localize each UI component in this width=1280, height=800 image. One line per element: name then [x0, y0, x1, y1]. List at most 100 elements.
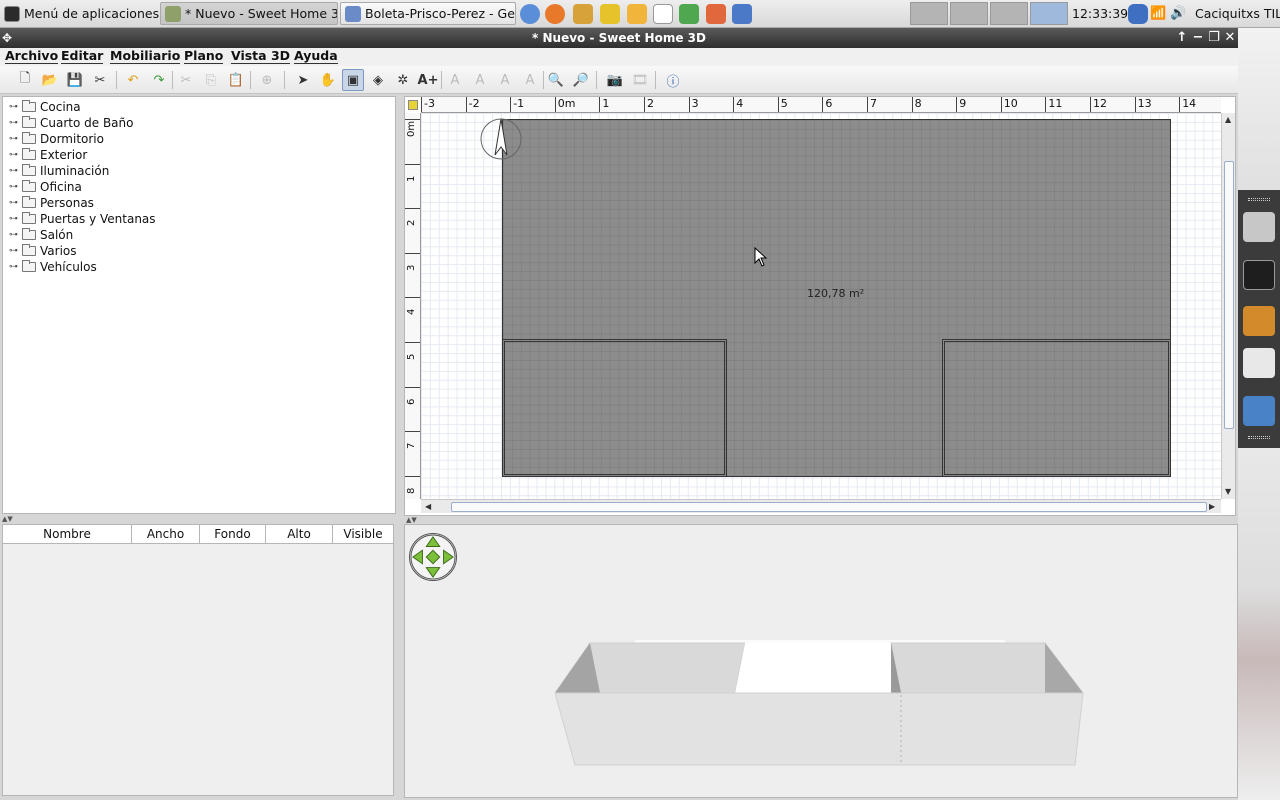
text-document-icon[interactable] [653, 4, 673, 24]
catalog-category[interactable]: ⊶ Puertas y Ventanas [9, 211, 156, 227]
chromium-icon[interactable] [520, 4, 540, 24]
create-polylines-icon[interactable]: ◈ [367, 69, 389, 91]
text-bold-icon[interactable]: A [444, 69, 466, 91]
menu-ayuda[interactable]: Ayuda [294, 48, 338, 64]
expand-handle-icon[interactable]: ⊶ [9, 230, 19, 240]
column-visible[interactable]: Visible [333, 525, 393, 543]
menu-mobiliario[interactable]: Mobiliario [110, 48, 181, 64]
select-mode-icon[interactable]: ➤ [292, 69, 314, 91]
expand-handle-icon[interactable]: ⊶ [9, 102, 19, 112]
navigation-arrows-icon[interactable] [409, 533, 457, 581]
wall-room-right[interactable] [942, 339, 1171, 477]
archive-icon[interactable] [1243, 306, 1275, 336]
minimize-icon[interactable]: − [1190, 28, 1206, 48]
spreadsheet-icon[interactable] [679, 4, 699, 24]
scroll-right-icon[interactable]: ▶ [1209, 502, 1215, 511]
geometry-icon[interactable] [627, 4, 647, 24]
3d-view[interactable] [404, 524, 1238, 798]
workspace-3[interactable] [990, 2, 1028, 25]
catalog-category[interactable]: ⊶ Iluminación [9, 163, 109, 179]
catalog-category[interactable]: ⊶ Vehículos [9, 259, 97, 275]
expand-handle-icon[interactable]: ⊶ [9, 262, 19, 272]
copy-icon[interactable]: ⎘ [200, 69, 222, 91]
wall-room-left[interactable] [502, 339, 727, 477]
open-icon[interactable]: 📂 [39, 69, 61, 91]
plan-canvas[interactable]: 120,78 m² [421, 113, 1221, 499]
pan-mode-icon[interactable]: ✋ [317, 69, 339, 91]
create-photo-icon[interactable]: 📷 [604, 69, 626, 91]
volume-icon[interactable]: 🔊 [1170, 2, 1186, 25]
user-name[interactable]: Caciquitxs TIL [1195, 2, 1280, 25]
expand-handle-icon[interactable]: ⊶ [9, 198, 19, 208]
create-dimensions-icon[interactable]: ✲ [392, 69, 414, 91]
close-icon[interactable]: ✕ [1222, 28, 1238, 48]
folder-icon[interactable] [1243, 396, 1275, 426]
messenger-icon[interactable] [573, 4, 593, 24]
paste-icon[interactable]: 📋 [225, 69, 247, 91]
text-decrease-icon[interactable]: A [519, 69, 541, 91]
menu-editar[interactable]: Editar [61, 48, 104, 64]
catalog-category[interactable]: ⊶ Varios [9, 243, 77, 259]
add-furniture-icon[interactable]: ⊕ [256, 69, 278, 91]
left-splitter[interactable]: ▲▼ [0, 515, 398, 523]
new-file-icon[interactable]: 🗋 [14, 69, 36, 91]
catalog-category[interactable]: ⊶ Cocina [9, 99, 81, 115]
expand-handle-icon[interactable]: ⊶ [9, 118, 19, 128]
writer-icon[interactable] [732, 4, 752, 24]
preferences-icon[interactable]: ✂ [89, 69, 111, 91]
zoom-out-icon[interactable]: 🔎 [570, 69, 592, 91]
app-menu-button[interactable]: Menú de aplicaciones [4, 2, 159, 25]
terminal-icon[interactable] [1243, 260, 1275, 290]
search-icon[interactable] [1243, 348, 1275, 378]
save-icon[interactable]: 💾 [64, 69, 86, 91]
column-nombre[interactable]: Nombre [3, 525, 132, 543]
vertical-scroll-thumb[interactable] [1224, 161, 1234, 429]
zoom-in-icon[interactable]: 🔍 [545, 69, 567, 91]
maximize-icon[interactable]: ❐ [1206, 28, 1222, 48]
text-italic-icon[interactable]: A [469, 69, 491, 91]
menu-vista-3d[interactable]: Vista 3D [231, 48, 291, 64]
create-video-icon[interactable]: 🎞 [629, 69, 651, 91]
right-splitter[interactable]: ▲▼ [402, 516, 1238, 524]
add-text-icon[interactable]: A+ [417, 69, 439, 91]
catalog-category[interactable]: ⊶ Dormitorio [9, 131, 104, 147]
scroll-left-icon[interactable]: ◀ [425, 502, 431, 511]
help-icon[interactable]: ⓘ [662, 69, 684, 91]
plan-horizontal-scrollbar[interactable]: ◀ ▶ [421, 499, 1221, 513]
catalog-category[interactable]: ⊶ Oficina [9, 179, 82, 195]
catalog-category[interactable]: ⊶ Exterior [9, 147, 87, 163]
presentation-icon[interactable] [706, 4, 726, 24]
firefox-icon[interactable] [545, 4, 565, 24]
cut-icon[interactable]: ✂ [175, 69, 197, 91]
task-document[interactable]: Boleta-Prisco-Perez - Ge... [340, 2, 516, 25]
text-increase-icon[interactable]: A [494, 69, 516, 91]
expand-handle-icon[interactable]: ⊶ [9, 182, 19, 192]
menu-archivo[interactable]: Archivo [5, 48, 59, 64]
expand-handle-icon[interactable]: ⊶ [9, 166, 19, 176]
undo-icon[interactable]: ↶ [122, 69, 144, 91]
workspace-2[interactable] [950, 2, 988, 25]
plan-vertical-scrollbar[interactable]: ▲ ▼ [1221, 113, 1235, 499]
column-fondo[interactable]: Fondo [200, 525, 266, 543]
chat-icon[interactable] [600, 4, 620, 24]
task-sweet-home[interactable]: * Nuevo - Sweet Home 3D [160, 2, 338, 25]
expand-handle-icon[interactable]: ⊶ [9, 214, 19, 224]
catalog-category[interactable]: ⊶ Personas [9, 195, 94, 211]
redo-icon[interactable]: ↷ [148, 69, 170, 91]
workspace-4[interactable] [1030, 2, 1068, 25]
menu-plano[interactable]: Plano [184, 48, 224, 64]
scroll-up-icon[interactable]: ▲ [1225, 115, 1231, 124]
column-alto[interactable]: Alto [266, 525, 333, 543]
scroll-down-icon[interactable]: ▼ [1225, 487, 1231, 496]
column-ancho[interactable]: Ancho [132, 525, 200, 543]
bluetooth-icon[interactable] [1128, 4, 1148, 24]
compass-icon[interactable] [479, 117, 523, 161]
create-rooms-icon[interactable]: ▣ [342, 69, 364, 91]
catalog-category[interactable]: ⊶ Cuarto de Baño [9, 115, 133, 131]
horizontal-scroll-thumb[interactable] [451, 502, 1207, 512]
network-icon[interactable]: 📶 [1150, 2, 1166, 25]
pin-icon[interactable]: ↑ [1174, 28, 1190, 48]
printer-icon[interactable] [1243, 212, 1275, 242]
expand-handle-icon[interactable]: ⊶ [9, 150, 19, 160]
expand-handle-icon[interactable]: ⊶ [9, 246, 19, 256]
